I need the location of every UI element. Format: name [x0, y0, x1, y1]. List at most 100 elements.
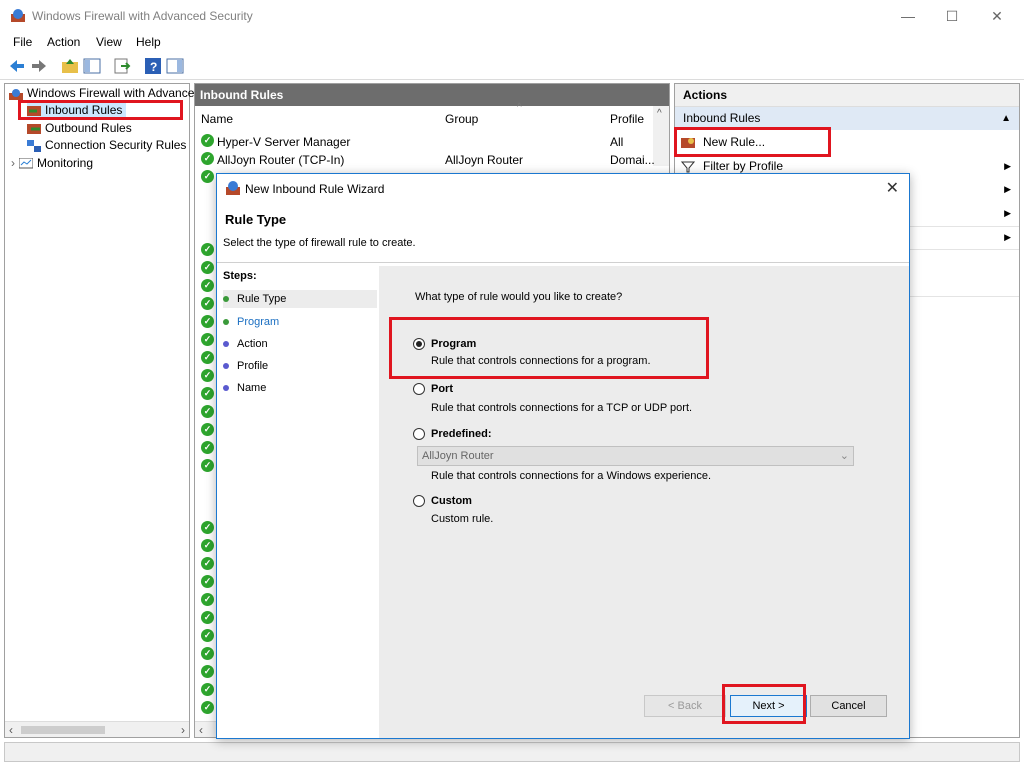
scroll-left-icon[interactable]: ‹ — [9, 723, 13, 737]
navigation-tree: Windows Firewall with Advance Inbound Ru… — [4, 83, 194, 738]
connection-security-icon — [27, 139, 41, 152]
option-custom-label[interactable]: Custom — [431, 495, 472, 507]
highlight-program-option — [389, 317, 709, 379]
back-button[interactable]: < Back — [644, 695, 726, 717]
chevron-down-icon: ⌄ — [839, 450, 849, 462]
highlight-next-button — [722, 684, 806, 724]
radio-predefined[interactable] — [413, 428, 425, 440]
dialog-close-icon[interactable]: ✕ — [886, 178, 899, 198]
option-predefined-desc: Rule that controls connections for a Win… — [431, 470, 712, 482]
menu-file[interactable]: File — [13, 35, 32, 49]
enabled-check-icon: ✓ — [201, 629, 214, 642]
rules-vertical-scrollbar[interactable]: ^ — [653, 106, 669, 166]
scroll-thumb[interactable] — [21, 726, 105, 734]
predefined-select[interactable]: AllJoyn Router ⌄ — [417, 446, 854, 466]
scroll-right-icon[interactable]: › — [181, 723, 185, 737]
enabled-check-icon: ✓ — [201, 575, 214, 588]
svg-text:?: ? — [150, 60, 157, 74]
enabled-check-icon: ✓ — [201, 665, 214, 678]
title-bar: Windows Firewall with Advanced Security … — [0, 0, 1024, 32]
tree-item-outbound-rules[interactable]: Outbound Rules — [27, 120, 132, 137]
option-predefined-label[interactable]: Predefined: — [431, 428, 492, 440]
enabled-check-icon: ✓ — [201, 387, 214, 400]
maximize-button[interactable]: ☐ — [937, 6, 967, 26]
dialog-subtitle: Select the type of firewall rule to crea… — [223, 237, 416, 249]
radio-custom[interactable] — [413, 495, 425, 507]
tree-item-connection-security-rules[interactable]: Connection Security Rules — [27, 137, 186, 154]
enabled-check-icon: ✓ — [201, 261, 214, 274]
up-folder-icon[interactable] — [61, 57, 79, 75]
enabled-check-icon: ✓ — [201, 441, 214, 454]
export-list-icon[interactable] — [113, 57, 131, 75]
rule-name[interactable]: AllJoyn Router (TCP-In) — [217, 153, 344, 167]
enabled-check-icon: ✓ — [201, 170, 214, 183]
enabled-check-icon: ✓ — [201, 683, 214, 696]
enabled-check-icon: ✓ — [201, 593, 214, 606]
close-button[interactable]: ✕ — [982, 6, 1012, 26]
tree-root-label: Windows Firewall with Advance — [27, 86, 195, 100]
enabled-check-icon: ✓ — [201, 315, 214, 328]
submenu-arrow-icon[interactable]: ▶ — [1004, 232, 1011, 243]
enabled-check-icon: ✓ — [201, 459, 214, 472]
submenu-arrow-icon[interactable]: ▶ — [1004, 184, 1011, 195]
highlight-inbound-rules — [18, 100, 183, 120]
scroll-left-icon[interactable]: ‹ — [199, 723, 203, 737]
step-dot-icon — [223, 296, 229, 303]
option-port-label[interactable]: Port — [431, 383, 453, 395]
enabled-check-icon: ✓ — [201, 351, 214, 364]
toolbar: ? — [0, 53, 1024, 80]
tree-horizontal-scrollbar[interactable]: ‹ › — [5, 721, 189, 737]
menu-view[interactable]: View — [96, 35, 122, 49]
step-label: Program — [237, 316, 280, 328]
sort-up-icon: ^ — [517, 102, 522, 113]
new-inbound-rule-wizard: New Inbound Rule Wizard ✕ Rule Type Sele… — [216, 173, 910, 739]
help-icon[interactable]: ? — [144, 57, 162, 75]
column-header-profile[interactable]: Profile — [610, 112, 644, 126]
step-profile: Profile — [223, 357, 268, 375]
show-hide-action-pane-icon[interactable] — [166, 57, 184, 75]
expand-chevron-icon[interactable]: › — [11, 156, 15, 170]
submenu-arrow-icon: ▶ — [1004, 161, 1011, 171]
back-arrow-icon[interactable] — [8, 57, 26, 75]
enabled-check-icon: ✓ — [201, 611, 214, 624]
rule-profile: All — [610, 135, 624, 149]
menu-bar: File Action View Help — [0, 32, 1024, 52]
menu-action[interactable]: Action — [47, 35, 80, 49]
enabled-check-icon: ✓ — [201, 279, 214, 292]
cancel-button[interactable]: Cancel — [810, 695, 887, 717]
enabled-check-icon: ✓ — [201, 243, 214, 256]
column-header-name[interactable]: Name — [201, 112, 233, 126]
step-dot-icon — [223, 341, 229, 348]
enabled-check-icon: ✓ — [201, 539, 214, 552]
enabled-check-icon: ✓ — [201, 333, 214, 346]
radio-port[interactable] — [413, 383, 425, 395]
tree-item-monitoring[interactable]: › Monitoring — [11, 155, 93, 172]
enabled-check-icon: ✓ — [201, 647, 214, 660]
collapse-up-icon[interactable]: ▲ — [1001, 107, 1011, 130]
monitoring-icon — [19, 157, 33, 169]
enabled-check-icon: ✓ — [201, 521, 214, 534]
minimize-button[interactable]: — — [893, 6, 923, 26]
forward-arrow-icon[interactable] — [30, 57, 48, 75]
step-label: Action — [237, 338, 268, 350]
actions-section-label: Inbound Rules — [683, 111, 761, 125]
menu-help[interactable]: Help — [136, 35, 161, 49]
rule-group: AllJoyn Router — [445, 153, 524, 167]
status-bar — [4, 742, 1020, 762]
filter-icon — [680, 161, 696, 173]
highlight-new-rule — [674, 127, 831, 157]
column-header-group[interactable]: Group — [445, 112, 478, 126]
enabled-check-icon: ✓ — [201, 701, 214, 714]
step-dot-icon — [223, 319, 229, 326]
step-rule-type: Rule Type — [223, 290, 377, 308]
submenu-arrow-icon[interactable]: ▶ — [1004, 208, 1011, 219]
show-hide-tree-icon[interactable] — [83, 57, 101, 75]
rule-name[interactable]: Hyper-V Server Manager — [217, 135, 350, 149]
scroll-up-icon[interactable]: ^ — [657, 108, 662, 119]
filter-by-profile-label: Filter by Profile — [703, 159, 784, 173]
step-dot-icon — [223, 385, 229, 392]
enabled-check-icon: ✓ — [201, 134, 214, 147]
tree-item-label: Outbound Rules — [45, 121, 132, 135]
window-title: Windows Firewall with Advanced Security — [32, 9, 253, 23]
step-program[interactable]: Program — [223, 313, 279, 331]
